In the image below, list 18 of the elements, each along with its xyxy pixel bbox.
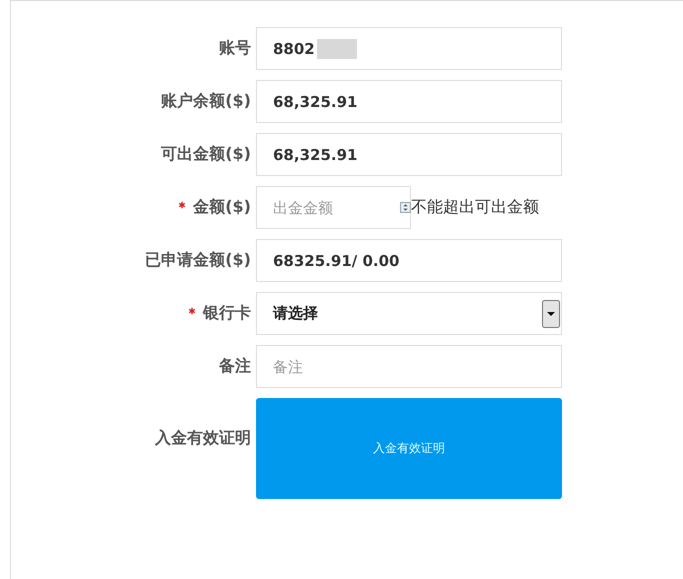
field-label: 入金有效证明: [155, 428, 251, 449]
field-label: 金额($): [193, 197, 251, 218]
field-label: 备注: [219, 356, 251, 377]
field-label: 账户余额($): [161, 91, 251, 112]
amount-input-box[interactable]: 出金金额: [256, 186, 411, 229]
amount-field[interactable]: 出金金额: [273, 198, 373, 216]
hint-text: 不能超出可出金额: [411, 197, 539, 218]
input-field[interactable]: 68,325.91: [256, 133, 562, 176]
spinner-icon[interactable]: [400, 202, 411, 213]
note-field[interactable]: 备注: [256, 345, 562, 388]
input-field[interactable]: 68,325.91: [256, 80, 562, 123]
field-label: 已申请金额($): [145, 250, 251, 271]
field-label: 账号: [219, 38, 251, 59]
bank-card-select[interactable]: 请选择: [256, 292, 562, 335]
field-label: 银行卡: [203, 303, 251, 324]
input-field[interactable]: 68325.91/ 0.00: [256, 239, 562, 282]
field-label: 可出金额($): [161, 144, 251, 165]
input-field[interactable]: 8802: [256, 27, 562, 70]
